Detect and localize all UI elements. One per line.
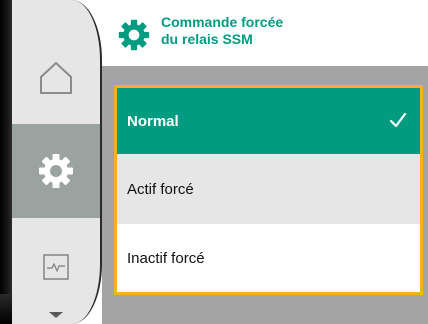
checkmark-icon bbox=[389, 112, 407, 128]
gear-icon bbox=[118, 19, 150, 51]
page-header: Commande forcée du relais SSM bbox=[102, 0, 428, 66]
sidebar-item-settings[interactable] bbox=[12, 124, 100, 218]
page-title-line2: du relais SSM bbox=[161, 31, 253, 47]
header-gear-icon bbox=[117, 18, 151, 52]
chevron-down-icon bbox=[49, 312, 63, 318]
waveform-icon bbox=[43, 254, 69, 280]
display-screen: Commande forcée du relais SSM Normal Act… bbox=[0, 0, 428, 324]
option-label: Inactif forcé bbox=[127, 249, 205, 267]
option-label: Actif forcé bbox=[127, 180, 194, 198]
option-list: Normal Actif forcé Inactif forcé bbox=[114, 85, 423, 295]
home-icon bbox=[40, 62, 72, 94]
sidebar-item-diagnostics[interactable] bbox=[12, 230, 100, 304]
option-inactif-force[interactable]: Inactif forcé bbox=[117, 224, 420, 292]
option-label: Normal bbox=[127, 112, 179, 130]
option-actif-force[interactable]: Actif forcé bbox=[117, 154, 420, 224]
gear-icon bbox=[39, 154, 73, 188]
page-title: Commande forcée du relais SSM bbox=[161, 14, 361, 48]
option-normal[interactable]: Normal bbox=[117, 88, 420, 154]
sidebar-item-home[interactable] bbox=[12, 34, 100, 122]
page-title-line1: Commande forcée bbox=[161, 14, 284, 30]
sidebar-scroll-down[interactable] bbox=[12, 306, 100, 324]
sidebar bbox=[12, 0, 102, 324]
